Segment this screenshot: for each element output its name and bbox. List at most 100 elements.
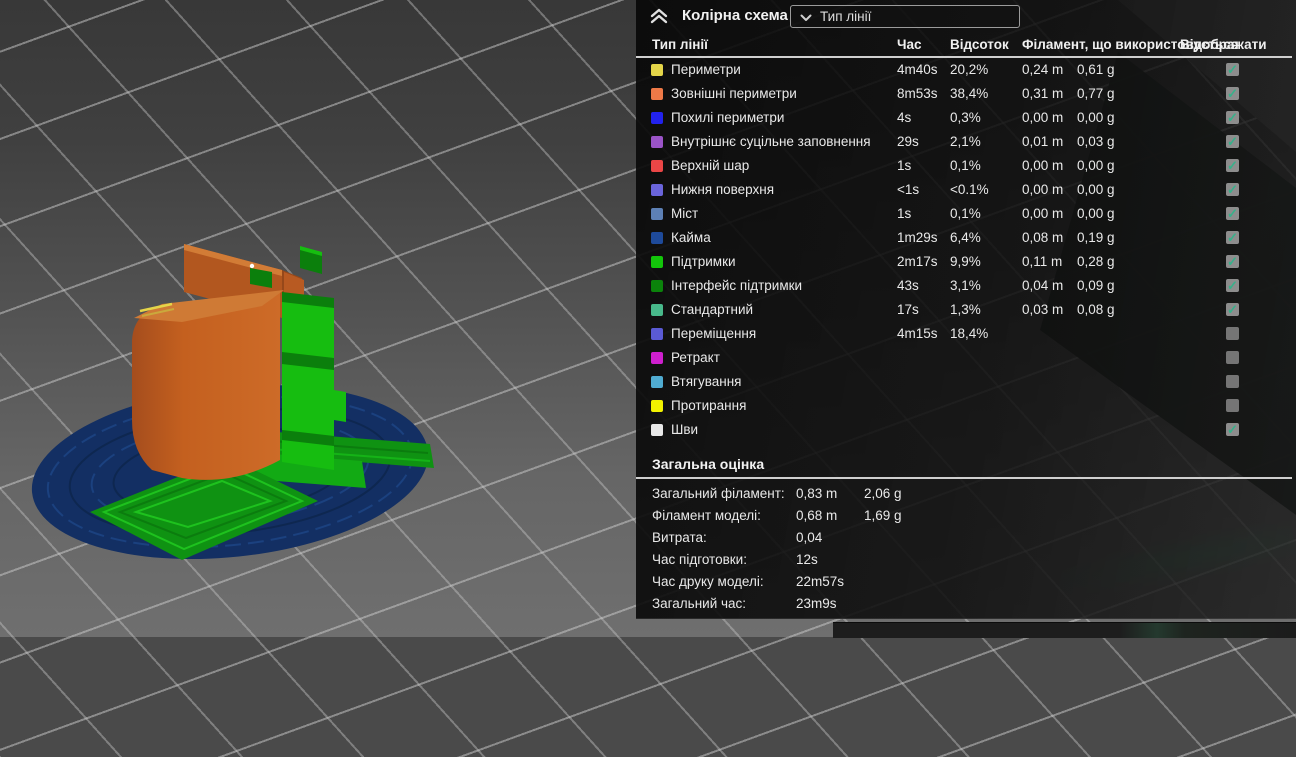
percent-value: 20,2% (950, 62, 988, 77)
visibility-checkbox[interactable]: ✓ (1226, 423, 1239, 436)
line-type-label: Периметри (671, 62, 741, 77)
summary-row: Час друку моделі:22m57s (636, 572, 1296, 594)
line-type-label: Міст (671, 206, 698, 221)
line-type-label: Зовнішні периметри (671, 86, 797, 101)
line-type-row: Внутрішнє суцільне заповнення29s2,1%0,01… (636, 130, 1296, 154)
time-value: <1s (897, 182, 919, 197)
line-type-color-swatch (651, 232, 663, 244)
visibility-checkbox[interactable] (1226, 399, 1239, 412)
time-value: 29s (897, 134, 919, 149)
time-value: 17s (897, 302, 919, 317)
percent-value: 0,1% (950, 206, 981, 221)
check-icon: ✓ (1227, 303, 1238, 316)
filament-length-value: 0,00 m (1022, 182, 1063, 197)
percent-value: 9,9% (950, 254, 981, 269)
check-icon: ✓ (1227, 255, 1238, 268)
filament-weight-value: 0,61 g (1077, 62, 1115, 77)
filament-weight-value: 0,03 g (1077, 134, 1115, 149)
chevron-down-icon (800, 14, 812, 22)
check-icon: ✓ (1227, 87, 1238, 100)
line-type-color-swatch (651, 328, 663, 340)
time-value: 43s (897, 278, 919, 293)
filament-weight-value: 0,28 g (1077, 254, 1115, 269)
visibility-checkbox[interactable]: ✓ (1226, 111, 1239, 124)
percent-value: 2,1% (950, 134, 981, 149)
line-type-row: Втягування (636, 370, 1296, 394)
summary-label: Час підготовки: (652, 552, 747, 567)
check-icon: ✓ (1227, 111, 1238, 124)
time-value: 1s (897, 206, 911, 221)
percent-value: <0.1% (950, 182, 989, 197)
visibility-checkbox[interactable]: ✓ (1226, 159, 1239, 172)
visibility-checkbox[interactable]: ✓ (1226, 279, 1239, 292)
check-icon: ✓ (1227, 279, 1238, 292)
line-type-label: Ретракт (671, 350, 720, 365)
summary-value-1: 0,68 m (796, 508, 837, 523)
line-type-color-swatch (651, 64, 663, 76)
visibility-checkbox[interactable] (1226, 351, 1239, 364)
line-type-row: Протирання (636, 394, 1296, 418)
filament-weight-value: 0,08 g (1077, 302, 1115, 317)
filament-length-value: 0,11 m (1022, 254, 1062, 269)
visibility-checkbox[interactable] (1226, 327, 1239, 340)
summary-label: Витрата: (652, 530, 707, 545)
line-type-row: Переміщення4m15s18,4% (636, 322, 1296, 346)
visibility-checkbox[interactable]: ✓ (1226, 87, 1239, 100)
visibility-checkbox[interactable]: ✓ (1226, 135, 1239, 148)
line-type-row: Міст 1s 0,1% 0,00 m 0,00 g ✓ (636, 202, 1296, 226)
line-type-label: Шви (671, 422, 698, 437)
column-header-time: Час (897, 37, 922, 52)
time-value: 4m40s (897, 62, 938, 77)
line-type-color-swatch (651, 424, 663, 436)
percent-value: 0,3% (950, 110, 981, 125)
summary-divider (636, 477, 1292, 479)
percent-value: 1,3% (950, 302, 981, 317)
line-type-row: Верхній шар1s0,1%0,00 m0,00 g✓ (636, 154, 1296, 178)
column-header-feature: Тип лінії (652, 37, 708, 52)
line-type-color-swatch (651, 280, 663, 292)
check-icon: ✓ (1227, 159, 1238, 172)
line-type-label: Внутрішнє суцільне заповнення (671, 134, 871, 149)
filament-weight-value: 0,00 g (1077, 158, 1115, 173)
filament-length-value: 0,00 m (1022, 206, 1063, 221)
collapse-panel-button[interactable] (648, 7, 670, 25)
visibility-checkbox[interactable]: ✓ (1226, 207, 1239, 220)
summary-value-1: 12s (796, 552, 818, 567)
summary-value-1: 0,83 m (796, 486, 837, 501)
line-type-row: Ретракт (636, 346, 1296, 370)
line-type-color-swatch (651, 352, 663, 364)
summary-row: Філамент моделі:0,68 m1,69 g (636, 506, 1296, 528)
visibility-checkbox[interactable]: ✓ (1226, 231, 1239, 244)
check-icon: ✓ (1227, 231, 1238, 244)
line-type-label: Верхній шар (671, 158, 749, 173)
summary-row: Витрата: 0,04 (636, 528, 1296, 550)
filament-weight-value: 0,77 g (1077, 86, 1115, 101)
horizontal-slider-bar[interactable] (833, 622, 1296, 638)
line-type-label: Інтерфейс підтримки (671, 278, 802, 293)
line-type-row: Підтримки 2m17s 9,9% 0,11 m 0,28 g ✓ (636, 250, 1296, 274)
visibility-checkbox[interactable]: ✓ (1226, 255, 1239, 268)
visibility-checkbox[interactable]: ✓ (1226, 63, 1239, 76)
summary-value-2: 2,06 g (864, 486, 902, 501)
summary-label: Філамент моделі: (652, 508, 761, 523)
view-type-dropdown[interactable]: Тип лінії (790, 5, 1020, 28)
filament-weight-value: 0,00 g (1077, 110, 1115, 125)
filament-weight-value: 0,00 g (1077, 206, 1115, 221)
line-type-color-swatch (651, 304, 663, 316)
filament-length-value: 0,08 m (1022, 230, 1063, 245)
summary-value-1: 0,04 (796, 530, 822, 545)
line-type-label: Підтримки (671, 254, 736, 269)
visibility-checkbox[interactable]: ✓ (1226, 183, 1239, 196)
visibility-checkbox[interactable]: ✓ (1226, 303, 1239, 316)
line-type-row: Периметри4m40s20,2%0,24 m0,61 g✓ (636, 58, 1296, 82)
check-icon: ✓ (1227, 135, 1238, 148)
line-type-color-swatch (651, 160, 663, 172)
visibility-checkbox[interactable] (1226, 375, 1239, 388)
summary-label: Час друку моделі: (652, 574, 764, 589)
panel-title: Колірна схема (682, 7, 788, 24)
filament-weight-value: 0,09 g (1077, 278, 1115, 293)
line-type-color-swatch (651, 256, 663, 268)
time-value: 2m17s (897, 254, 938, 269)
percent-value: 18,4% (950, 326, 988, 341)
line-type-label: Похилі периметри (671, 110, 784, 125)
